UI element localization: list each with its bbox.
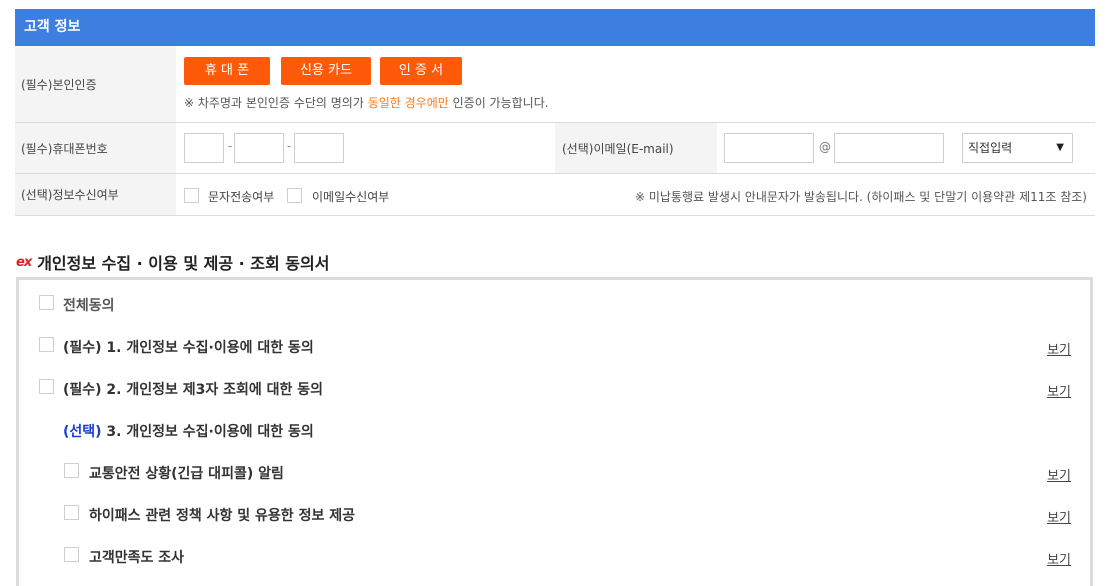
contact-row: (필수)휴대폰번호 - - (선택)이메일(E-mail) @ 직접입력 ▼ xyxy=(15,123,1095,174)
customer-info-table: (필수)본인인증 휴 대 폰 신용 카드 인 증 서 ※ 차주명과 본인인증 수… xyxy=(15,46,1095,216)
consent-sub-item-3-label: 고객만족도 조사 xyxy=(89,550,185,566)
phone-part2-input[interactable] xyxy=(234,133,284,163)
identity-label: (필수)본인인증 xyxy=(15,46,176,122)
consent-sub-item-3-checkbox[interactable] xyxy=(64,547,79,562)
consent-sub-item-1-checkbox[interactable] xyxy=(64,463,79,478)
receive-notice: ※ 미납통행료 발생시 안내문자가 발송됩니다. (하이패스 및 단말기 이용약… xyxy=(634,190,1087,204)
notice-prefix: ※ 차주명과 본인인증 수단의 명의가 xyxy=(184,96,368,110)
receive-row: (선택)정보수신여부 문자전송여부 이메일수신여부 ※ 미납통행료 발생시 안내… xyxy=(15,174,1095,216)
optional-tag: (선택) xyxy=(63,424,102,440)
consent-box: 전체동의 (필수) 1. 개인정보 수집·이용에 대한 동의 보기 (필수) 2… xyxy=(16,277,1093,586)
view-link[interactable]: 보기 xyxy=(1047,507,1071,526)
consent-item-2-label: (필수) 2. 개인정보 제3자 조회에 대한 동의 xyxy=(63,382,324,398)
consent-heading: ex 개인정보 수집 · 이용 및 제공 · 조회 동의서 xyxy=(16,250,329,274)
identity-row: (필수)본인인증 휴 대 폰 신용 카드 인 증 서 ※ 차주명과 본인인증 수… xyxy=(15,46,1095,123)
section-title: 고객 정보 xyxy=(15,9,1095,46)
consent-title: 개인정보 수집 · 이용 및 제공 · 조회 동의서 xyxy=(37,254,330,273)
chevron-down-icon: ▼ xyxy=(1056,142,1064,153)
consent-item-3: (선택) 3. 개인정보 수집·이용에 대한 동의 xyxy=(19,418,1090,441)
email-domain-select-value: 직접입력 xyxy=(968,141,1013,155)
view-link[interactable]: 보기 xyxy=(1047,465,1071,484)
consent-item-1-label: (필수) 1. 개인정보 수집·이용에 대한 동의 xyxy=(63,340,314,356)
phone-auth-button[interactable]: 휴 대 폰 xyxy=(184,57,270,85)
email-domain-select[interactable]: 직접입력 ▼ xyxy=(962,133,1073,163)
consent-sub-item-2-checkbox[interactable] xyxy=(64,505,79,520)
consent-sub-item-1-label: 교통안전 상황(긴급 대피콜) 알림 xyxy=(89,466,284,482)
notice-highlight: 동일한 경우에만 xyxy=(367,96,449,110)
email-at-sign: @ xyxy=(819,140,831,154)
sms-checkbox-label: 문자전송여부 xyxy=(208,190,275,204)
receive-label: (선택)정보수신여부 xyxy=(15,174,176,215)
email-label: (선택)이메일(E-mail) xyxy=(555,123,717,173)
email-local-input[interactable] xyxy=(724,133,814,163)
consent-item-1: (필수) 1. 개인정보 수집·이용에 대한 동의 보기 xyxy=(19,334,1090,358)
phone-separator: - xyxy=(287,139,292,153)
view-link[interactable]: 보기 xyxy=(1047,549,1071,568)
view-link[interactable]: 보기 xyxy=(1047,381,1071,400)
consent-sub-item-3: 고객만족도 조사 보기 xyxy=(19,544,1090,568)
consent-sub-item-1: 교통안전 상황(긴급 대피콜) 알림 보기 xyxy=(19,460,1090,484)
view-link[interactable]: 보기 xyxy=(1047,339,1071,358)
phone-part1-input[interactable] xyxy=(184,133,224,163)
identity-notice: ※ 차주명과 본인인증 수단의 명의가 동일한 경우에만 인증이 가능합니다. xyxy=(184,94,549,111)
consent-item-3-text: 3. 개인정보 수집·이용에 대한 동의 xyxy=(101,424,314,440)
ex-logo: ex xyxy=(16,254,32,270)
consent-all-row: 전체동의 xyxy=(19,292,1090,314)
email-receive-checkbox[interactable] xyxy=(287,188,302,203)
credit-card-auth-button[interactable]: 신용 카드 xyxy=(281,57,371,85)
email-domain-input[interactable] xyxy=(834,133,944,163)
consent-item-2-checkbox[interactable] xyxy=(39,379,54,394)
consent-item-2: (필수) 2. 개인정보 제3자 조회에 대한 동의 보기 xyxy=(19,376,1090,400)
consent-sub-item-2: 하이패스 관련 정책 사항 및 유용한 정보 제공 보기 xyxy=(19,502,1090,526)
phone-separator: - xyxy=(228,139,233,153)
sms-checkbox[interactable] xyxy=(184,188,199,203)
consent-item-1-checkbox[interactable] xyxy=(39,337,54,352)
email-receive-checkbox-label: 이메일수신여부 xyxy=(312,190,390,204)
agree-all-label: 전체동의 xyxy=(63,298,115,314)
phone-label: (필수)휴대폰번호 xyxy=(15,123,176,173)
notice-suffix: 인증이 가능합니다. xyxy=(448,96,549,110)
certificate-auth-button[interactable]: 인 증 서 xyxy=(380,57,462,85)
consent-item-3-label: (선택) 3. 개인정보 수집·이용에 대한 동의 xyxy=(63,421,314,441)
agree-all-checkbox[interactable] xyxy=(39,295,54,310)
phone-part3-input[interactable] xyxy=(294,133,344,163)
consent-sub-item-2-label: 하이패스 관련 정책 사항 및 유용한 정보 제공 xyxy=(89,508,355,524)
